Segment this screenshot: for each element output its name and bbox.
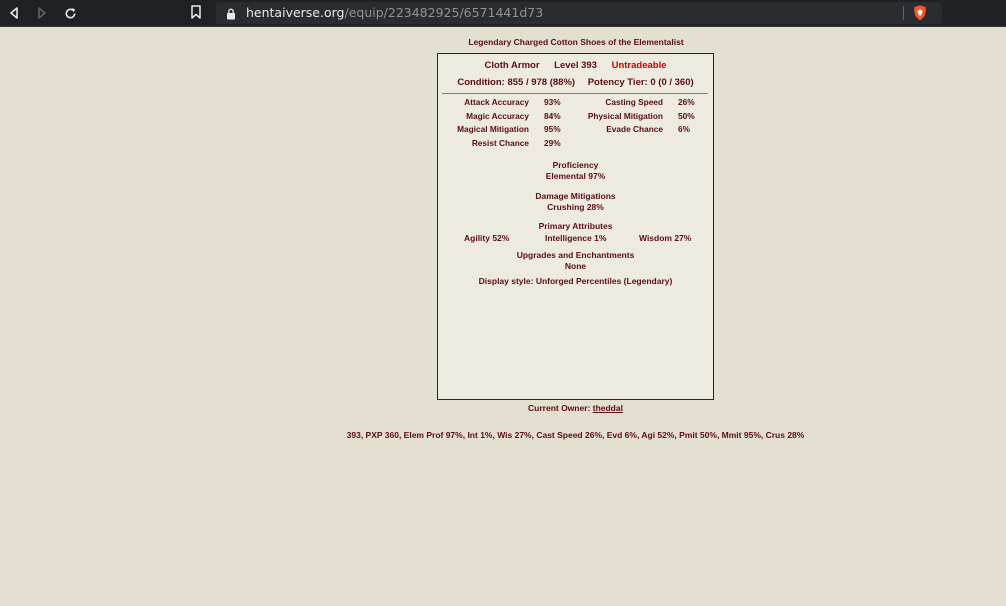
stat-name: Magical Mitigation bbox=[457, 124, 529, 134]
back-icon[interactable] bbox=[5, 4, 23, 22]
forward-icon[interactable] bbox=[33, 4, 51, 22]
display-style-text: Display style: Unforged Percentiles (Leg… bbox=[478, 276, 673, 286]
item-potency: Potency Tier: 0 (0 / 360) bbox=[587, 77, 694, 88]
address-bar-divider bbox=[903, 6, 904, 20]
damage-mitigations-title: Damage Mitigations bbox=[535, 191, 616, 201]
browser-toolbar: hentaiverse.org/equip/223482925/6571441d… bbox=[0, 0, 1006, 27]
display-style: Display style: Unforged Percentiles (Leg… bbox=[438, 276, 713, 287]
brave-shield-icon[interactable] bbox=[913, 5, 927, 26]
upgrades-section: Upgrades and Enchantments None bbox=[438, 250, 713, 272]
item-header: Cloth Armor Level 393 Untradeable bbox=[438, 60, 713, 71]
url-text[interactable]: hentaiverse.org/equip/223482925/6571441d… bbox=[246, 5, 543, 20]
stat-name: Physical Mitigation bbox=[587, 110, 663, 121]
stat-name: Resist Chance bbox=[471, 137, 529, 148]
owner-link[interactable]: theddal bbox=[593, 403, 623, 413]
stat-value: 50% bbox=[678, 110, 695, 121]
damage-mitigations-section: Damage Mitigations Crushing 28% bbox=[438, 191, 713, 213]
attribute-intelligence: Intelligence 1% bbox=[545, 233, 607, 243]
item-name: Legendary Charged Cotton Shoes of the El… bbox=[468, 37, 684, 47]
address-bar[interactable]: hentaiverse.org/equip/223482925/6571441d… bbox=[216, 2, 942, 24]
item-summary: 393, PXP 360, Elem Prof 97%, Int 1%, Wis… bbox=[346, 430, 805, 440]
stat-value: 29% bbox=[544, 137, 561, 148]
lock-icon[interactable] bbox=[226, 7, 236, 25]
owner-label: Current Owner: bbox=[528, 403, 591, 413]
stat-name: Casting Speed bbox=[605, 97, 663, 107]
upgrades-title: Upgrades and Enchantments bbox=[516, 250, 635, 260]
url-path: /equip/223482925/6571441d73 bbox=[344, 5, 544, 20]
stat-name: Magic Accuracy bbox=[466, 110, 529, 121]
item-condition-row: Condition: 855 / 978 (88%) Potency Tier:… bbox=[438, 77, 713, 88]
bookmark-icon[interactable] bbox=[190, 4, 204, 22]
upgrades-value: None bbox=[564, 261, 587, 271]
primary-attributes-title: Primary Attributes bbox=[538, 221, 613, 231]
stat-name: Evade Chance bbox=[606, 124, 663, 134]
proficiency-title: Proficiency bbox=[552, 160, 599, 170]
divider bbox=[442, 93, 708, 94]
page-content: Legendary Charged Cotton Shoes of the El… bbox=[0, 27, 1006, 606]
item-type: Cloth Armor bbox=[484, 60, 540, 71]
stat-row: Magic Accuracy 84% Physical Mitigation 5… bbox=[438, 111, 713, 125]
attribute-wisdom: Wisdom 27% bbox=[639, 233, 692, 243]
item-level: Level 393 bbox=[554, 60, 597, 71]
stat-name: Attack Accuracy bbox=[464, 97, 529, 107]
stat-value: 95% bbox=[544, 124, 561, 134]
reload-icon[interactable] bbox=[61, 4, 79, 22]
stats-table: Attack Accuracy 93% Casting Speed 26% Ma… bbox=[438, 97, 713, 151]
damage-mitigations-value: Crushing 28% bbox=[547, 202, 604, 212]
url-host: hentaiverse.org bbox=[246, 5, 345, 20]
stat-value: 26% bbox=[678, 97, 695, 107]
stat-value: 84% bbox=[544, 110, 561, 121]
attribute-agility: Agility 52% bbox=[464, 233, 510, 243]
item-condition: Condition: 855 / 978 (88%) bbox=[457, 77, 576, 88]
stat-row: Resist Chance 29% bbox=[438, 138, 713, 152]
stat-row: Magical Mitigation 95% Evade Chance 6% bbox=[438, 124, 713, 138]
equipment-panel: Cloth Armor Level 393 Untradeable Condit… bbox=[437, 53, 714, 400]
proficiency-value: Elemental 97% bbox=[545, 171, 606, 181]
stat-row: Attack Accuracy 93% Casting Speed 26% bbox=[438, 97, 713, 111]
primary-attributes-section: Primary Attributes bbox=[438, 221, 713, 232]
stat-value: 6% bbox=[678, 124, 690, 134]
current-owner: Current Owner: theddal bbox=[437, 403, 714, 413]
proficiency-section: Proficiency Elemental 97% bbox=[438, 160, 713, 182]
tradeable-status: Untradeable bbox=[611, 60, 667, 71]
stat-value: 93% bbox=[544, 97, 561, 107]
primary-attributes-values: Agility 52% Intelligence 1% Wisdom 27% bbox=[438, 233, 713, 244]
